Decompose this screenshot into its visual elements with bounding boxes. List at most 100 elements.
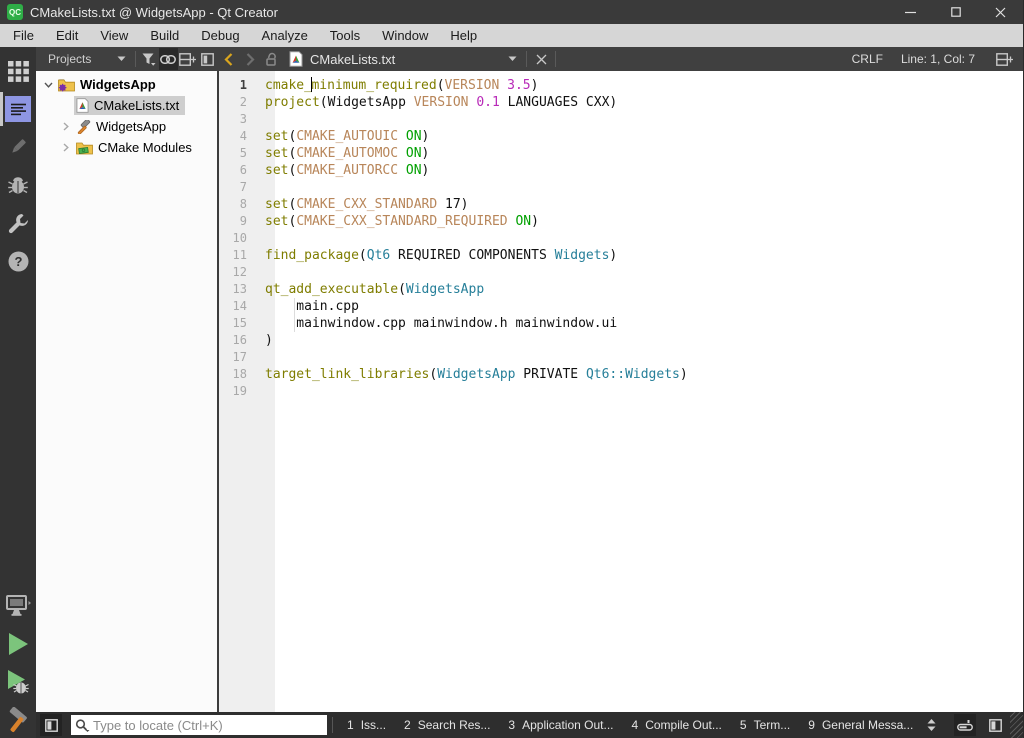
kit-selector-button[interactable] [0, 588, 36, 624]
code-text[interactable]: set(CMAKE_CXX_STANDARD 17) [261, 196, 469, 213]
code-line-2[interactable]: 2project(WidgetsApp VERSION 0.1 LANGUAGE… [219, 94, 1023, 111]
code-text[interactable]: main.cpp [261, 298, 359, 315]
code-text[interactable] [261, 111, 265, 128]
code-line-11[interactable]: 11find_package(Qt6 REQUIRED COMPONENTS W… [219, 247, 1023, 264]
code-line-3[interactable]: 3 [219, 111, 1023, 128]
code-line-18[interactable]: 18target_link_libraries(WidgetsApp PRIVA… [219, 366, 1023, 383]
code-line-7[interactable]: 7 [219, 179, 1023, 196]
code-line-9[interactable]: 9set(CMAKE_CXX_STANDARD_REQUIRED ON) [219, 213, 1023, 230]
split-editor-button[interactable] [993, 48, 1015, 70]
build-button[interactable] [0, 702, 36, 738]
code-text[interactable]: set(CMAKE_AUTOMOC ON) [261, 145, 429, 162]
menu-edit[interactable]: Edit [45, 24, 89, 47]
output-pane-arrows[interactable] [922, 714, 940, 736]
code-text[interactable] [261, 264, 265, 281]
code-text[interactable]: find_package(Qt6 REQUIRED COMPONENTS Wid… [261, 247, 617, 264]
mode-edit-selected[interactable] [0, 91, 36, 127]
code-text[interactable]: mainwindow.cpp mainwindow.h mainwindow.u… [261, 315, 617, 332]
code-text[interactable]: set(CMAKE_AUTOUIC ON) [261, 128, 429, 145]
output-pane-2[interactable]: 2Search Res... [395, 712, 499, 738]
close-document-button[interactable] [530, 48, 552, 70]
code-text[interactable] [261, 179, 265, 196]
mode-design[interactable] [0, 129, 36, 165]
tree-item-inner[interactable]: CMakeLists.txt [74, 96, 185, 115]
run-button[interactable] [0, 626, 36, 662]
code-text[interactable] [261, 383, 265, 400]
menu-build[interactable]: Build [139, 24, 190, 47]
code-editor[interactable]: 1cmake_minimum_required(VERSION 3.5)2pro… [219, 71, 1023, 712]
code-line-14[interactable]: 14 main.cpp [219, 298, 1023, 315]
pane-selector-combo[interactable]: Projects [36, 47, 132, 71]
code-text[interactable] [261, 230, 265, 247]
output-pane-4[interactable]: 4Compile Out... [623, 712, 731, 738]
code-line-10[interactable]: 10 [219, 230, 1023, 247]
locator-field[interactable] [71, 715, 327, 735]
go-back-button[interactable] [217, 48, 239, 70]
toggle-right-sidebar-button[interactable] [984, 714, 1006, 736]
code-text[interactable]: ) [261, 332, 273, 349]
tree-item-inner[interactable]: CMake Modules [74, 138, 198, 157]
maximize-button[interactable] [933, 0, 978, 24]
code-text[interactable]: set(CMAKE_CXX_STANDARD_REQUIRED ON) [261, 213, 539, 230]
tree-collapsed-chevron-icon[interactable] [63, 122, 69, 131]
toggle-left-sidebar-button[interactable] [40, 714, 62, 736]
menu-view[interactable]: View [89, 24, 139, 47]
code-line-19[interactable]: 19 [219, 383, 1023, 400]
menu-file[interactable]: File [2, 24, 45, 47]
code-line-5[interactable]: 5set(CMAKE_AUTOMOC ON) [219, 145, 1023, 162]
tree-chevron[interactable] [40, 82, 56, 88]
sync-with-editor-button[interactable] [159, 48, 178, 70]
output-pane-3[interactable]: 3Application Out... [499, 712, 622, 738]
output-pane-9[interactable]: 9General Messa... [799, 712, 922, 738]
menu-window[interactable]: Window [371, 24, 439, 47]
toggle-progress-details-button[interactable] [954, 714, 976, 736]
tree-item-widgetsapp[interactable]: WidgetsApp [36, 116, 217, 137]
lock-button[interactable] [261, 48, 283, 70]
code-line-13[interactable]: 13qt_add_executable(WidgetsApp [219, 281, 1023, 298]
document-tab[interactable]: CMakeLists.txt [283, 47, 523, 71]
tree-item-cmakelists-txt[interactable]: CMakeLists.txt [36, 95, 217, 116]
code-line-16[interactable]: 16) [219, 332, 1023, 349]
code-line-1[interactable]: 1cmake_minimum_required(VERSION 3.5) [219, 77, 1023, 94]
mode-help[interactable]: ? [0, 243, 36, 279]
code-text[interactable]: qt_add_executable(WidgetsApp [261, 281, 484, 298]
close-pane-button[interactable] [198, 48, 217, 70]
code-line-17[interactable]: 17 [219, 349, 1023, 366]
tree-item-cmake-modules[interactable]: CMake Modules [36, 137, 217, 158]
tree-item-inner[interactable]: WidgetsApp [56, 75, 162, 94]
close-button[interactable] [978, 0, 1023, 24]
tree-collapsed-chevron-icon[interactable] [63, 143, 69, 152]
tree-chevron[interactable] [58, 122, 74, 131]
filter-button[interactable] [139, 48, 158, 70]
tree-item-widgetsapp[interactable]: WidgetsApp [36, 74, 217, 95]
mode-debug[interactable] [0, 167, 36, 203]
window-resize-grip[interactable] [1010, 712, 1023, 738]
eol-indicator[interactable]: CRLF [852, 52, 883, 66]
mode-projects[interactable] [0, 205, 36, 241]
tree-item-inner[interactable]: WidgetsApp [74, 117, 172, 136]
code-line-12[interactable]: 12 [219, 264, 1023, 281]
menu-tools[interactable]: Tools [319, 24, 371, 47]
mode-welcome[interactable] [0, 53, 36, 89]
menu-debug[interactable]: Debug [190, 24, 250, 47]
code-text[interactable]: target_link_libraries(WidgetsApp PRIVATE… [261, 366, 688, 383]
code-text[interactable]: set(CMAKE_AUTORCC ON) [261, 162, 429, 179]
code-line-15[interactable]: 15 mainwindow.cpp mainwindow.h mainwindo… [219, 315, 1023, 332]
menu-help[interactable]: Help [439, 24, 488, 47]
split-pane-button[interactable] [178, 48, 197, 70]
code-text[interactable] [261, 349, 265, 366]
code-line-6[interactable]: 6set(CMAKE_AUTORCC ON) [219, 162, 1023, 179]
minimize-button[interactable] [888, 0, 933, 24]
code-line-4[interactable]: 4set(CMAKE_AUTOUIC ON) [219, 128, 1023, 145]
debug-run-button[interactable] [0, 664, 36, 700]
tree-chevron[interactable] [58, 143, 74, 152]
tree-expanded-chevron-icon[interactable] [44, 82, 53, 88]
output-pane-1[interactable]: 1Iss... [338, 712, 395, 738]
code-text[interactable]: project(WidgetsApp VERSION 0.1 LANGUAGES… [261, 94, 617, 111]
menu-analyze[interactable]: Analyze [251, 24, 319, 47]
locator-input[interactable] [93, 718, 323, 733]
code-line-8[interactable]: 8set(CMAKE_CXX_STANDARD 17) [219, 196, 1023, 213]
code-text[interactable]: cmake_minimum_required(VERSION 3.5) [261, 77, 538, 94]
go-forward-button[interactable] [239, 48, 261, 70]
output-pane-5[interactable]: 5Term... [731, 712, 799, 738]
